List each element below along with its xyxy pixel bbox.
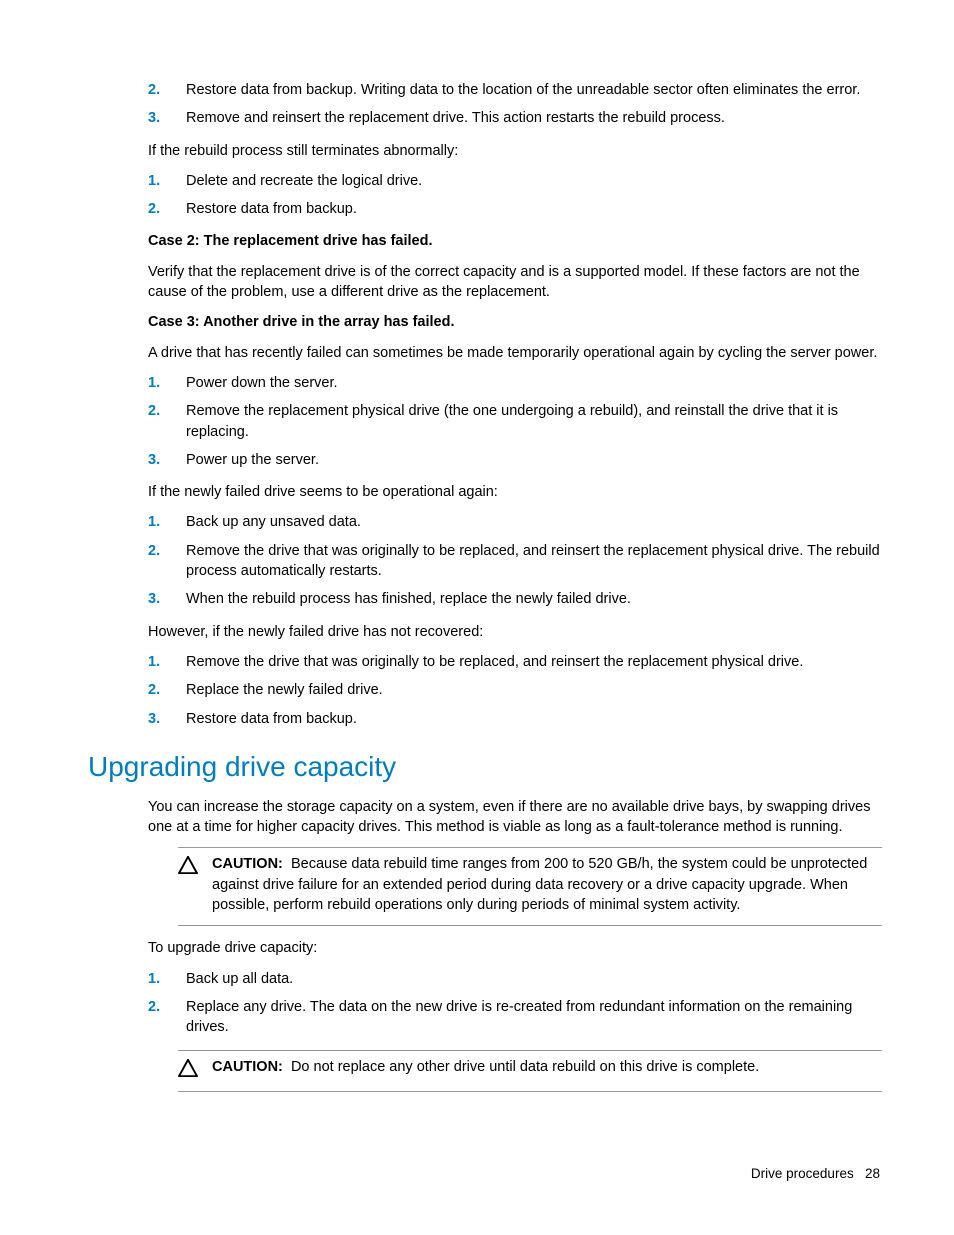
list-number: 3. — [148, 108, 186, 128]
list-item: 2.Remove the drive that was originally t… — [148, 541, 882, 582]
caution-icon — [178, 854, 212, 915]
content-area: 2.Restore data from backup. Writing data… — [148, 80, 882, 1092]
list-item: 1.Delete and recreate the logical drive. — [148, 171, 882, 191]
list-number: 3. — [148, 589, 186, 609]
list-text: Delete and recreate the logical drive. — [186, 171, 882, 191]
list-item: 1.Power down the server. — [148, 373, 882, 393]
list-item: 1.Back up any unsaved data. — [148, 512, 882, 532]
page: 2.Restore data from backup. Writing data… — [0, 0, 954, 1235]
list-number: 2. — [148, 80, 186, 100]
list-number: 1. — [148, 373, 186, 393]
paragraph: Verify that the replacement drive is of … — [148, 262, 882, 303]
list-item: 2.Restore data from backup. Writing data… — [148, 80, 882, 100]
paragraph: However, if the newly failed drive has n… — [148, 622, 882, 642]
list-item: 1.Remove the drive that was originally t… — [148, 652, 882, 672]
case3-heading: Case 3: Another drive in the array has f… — [148, 312, 882, 332]
footer-page-number: 28 — [865, 1166, 880, 1181]
case2-heading: Case 2: The replacement drive has failed… — [148, 231, 882, 251]
list-text: Back up all data. — [186, 969, 882, 989]
list-item: 3.When the rebuild process has finished,… — [148, 589, 882, 609]
list-number: 2. — [148, 541, 186, 582]
list-case3a: 1.Power down the server. 2.Remove the re… — [148, 373, 882, 470]
list-text: Replace the newly failed drive. — [186, 680, 882, 700]
caution-body: Because data rebuild time ranges from 20… — [212, 856, 867, 913]
list-number: 1. — [148, 652, 186, 672]
list-item: 3.Remove and reinsert the replacement dr… — [148, 108, 882, 128]
list-abnormal: 1.Delete and recreate the logical drive.… — [148, 171, 882, 220]
list-text: Remove the replacement physical drive (t… — [186, 401, 882, 442]
list-number: 1. — [148, 969, 186, 989]
list-item: 3.Restore data from backup. — [148, 709, 882, 729]
paragraph: If the rebuild process still terminates … — [148, 141, 882, 161]
list-number: 2. — [148, 680, 186, 700]
list-number: 1. — [148, 512, 186, 532]
caution-icon — [178, 1057, 212, 1081]
list-case3c: 1.Remove the drive that was originally t… — [148, 652, 882, 729]
list-number: 2. — [148, 199, 186, 219]
caution-block: CAUTION: Do not replace any other drive … — [178, 1050, 882, 1092]
list-text: Power up the server. — [186, 450, 882, 470]
list-text: Restore data from backup. Writing data t… — [186, 80, 882, 100]
list-case3b: 1.Back up any unsaved data. 2.Remove the… — [148, 512, 882, 609]
page-footer: Drive procedures 28 — [751, 1166, 880, 1181]
caution-block: CAUTION: Because data rebuild time range… — [178, 847, 882, 926]
list-item: 2.Restore data from backup. — [148, 199, 882, 219]
list-text: Back up any unsaved data. — [186, 512, 882, 532]
caution-label: CAUTION: — [212, 1059, 283, 1075]
list-text: Remove the drive that was originally to … — [186, 652, 882, 672]
caution-body: Do not replace any other drive until dat… — [291, 1059, 759, 1075]
caution-text: CAUTION: Do not replace any other drive … — [212, 1057, 882, 1081]
list-text: Remove and reinsert the replacement driv… — [186, 108, 882, 128]
list-number: 1. — [148, 171, 186, 191]
list-text: Replace any drive. The data on the new d… — [186, 997, 882, 1038]
list-upgrade: 1.Back up all data. 2.Replace any drive.… — [148, 969, 882, 1038]
list-item: 3.Power up the server. — [148, 450, 882, 470]
caution-label: CAUTION: — [212, 856, 283, 872]
list-number: 3. — [148, 709, 186, 729]
paragraph: If the newly failed drive seems to be op… — [148, 482, 882, 502]
list-item: 1.Back up all data. — [148, 969, 882, 989]
section-heading-upgrading: Upgrading drive capacity — [88, 751, 882, 783]
list-text: Restore data from backup. — [186, 709, 882, 729]
paragraph: To upgrade drive capacity: — [148, 938, 882, 958]
list-number: 2. — [148, 401, 186, 442]
footer-section: Drive procedures — [751, 1166, 854, 1181]
list-text: Remove the drive that was originally to … — [186, 541, 882, 582]
caution-text: CAUTION: Because data rebuild time range… — [212, 854, 882, 915]
list-text: When the rebuild process has finished, r… — [186, 589, 882, 609]
list-number: 3. — [148, 450, 186, 470]
list-item: 2.Remove the replacement physical drive … — [148, 401, 882, 442]
list-item: 2.Replace the newly failed drive. — [148, 680, 882, 700]
paragraph: A drive that has recently failed can som… — [148, 343, 882, 363]
list-number: 2. — [148, 997, 186, 1038]
list-top: 2.Restore data from backup. Writing data… — [148, 80, 882, 129]
list-text: Power down the server. — [186, 373, 882, 393]
list-text: Restore data from backup. — [186, 199, 882, 219]
paragraph: You can increase the storage capacity on… — [148, 797, 882, 838]
list-item: 2.Replace any drive. The data on the new… — [148, 997, 882, 1038]
